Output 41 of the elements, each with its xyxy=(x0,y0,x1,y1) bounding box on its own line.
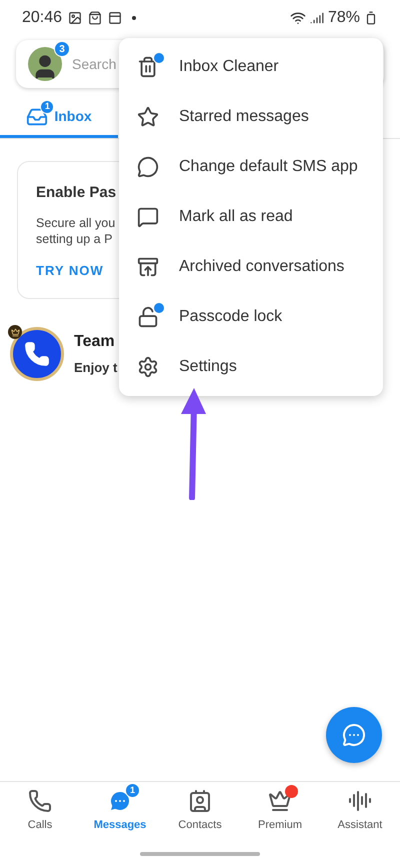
card-title: Enable Pas xyxy=(36,183,118,203)
bag-icon xyxy=(88,11,102,25)
menu-item[interactable]: Inbox Cleaner xyxy=(119,42,383,92)
menu-item[interactable]: Starred messages xyxy=(119,92,383,142)
star-icon xyxy=(137,106,159,128)
archive-icon xyxy=(137,256,159,278)
contact-name: Team xyxy=(74,332,116,352)
compose-icon xyxy=(342,723,366,747)
battery-percent: 78% xyxy=(328,8,360,28)
status-time: 20:46 xyxy=(22,8,62,28)
menu-item[interactable]: Passcode lock xyxy=(119,292,383,342)
tab-badge: 1 xyxy=(40,100,54,114)
wifi-icon xyxy=(290,10,306,26)
assistant-icon xyxy=(348,789,372,814)
battery-icon xyxy=(364,11,378,25)
chat-bubble-icon xyxy=(137,156,159,178)
settings-icon xyxy=(137,356,159,378)
nav-tab[interactable]: Contacts xyxy=(160,782,240,841)
menu-item[interactable]: Archived conversations xyxy=(119,242,383,292)
lock-icon xyxy=(137,306,159,328)
image-icon xyxy=(68,11,82,25)
nav-badge: 1 xyxy=(125,783,140,798)
window-icon xyxy=(108,11,122,25)
nav-tab[interactable]: Calls xyxy=(0,782,80,841)
message-preview: Enjoy t xyxy=(74,359,118,378)
contact-card-icon xyxy=(188,789,212,814)
notification-badge: 3 xyxy=(54,41,70,57)
new-message-button[interactable] xyxy=(326,707,382,763)
menu-item[interactable]: Change default SMS app xyxy=(119,142,383,192)
contact-avatar xyxy=(10,327,64,381)
menu-item[interactable]: Mark all as read xyxy=(119,192,383,242)
crown-icon xyxy=(268,789,292,814)
signal-icon xyxy=(310,11,324,25)
nav-tab[interactable]: 1 Messages xyxy=(80,782,160,841)
menu-item[interactable]: Settings xyxy=(119,342,383,392)
nav-tab[interactable]: Premium xyxy=(240,782,320,841)
card-text: Secure all you setting up a P xyxy=(36,214,116,246)
nav-tab[interactable]: Assistant xyxy=(320,782,400,841)
phone-icon xyxy=(28,789,52,814)
crown-badge-icon xyxy=(8,325,22,339)
search-placeholder: Search xyxy=(72,54,116,74)
